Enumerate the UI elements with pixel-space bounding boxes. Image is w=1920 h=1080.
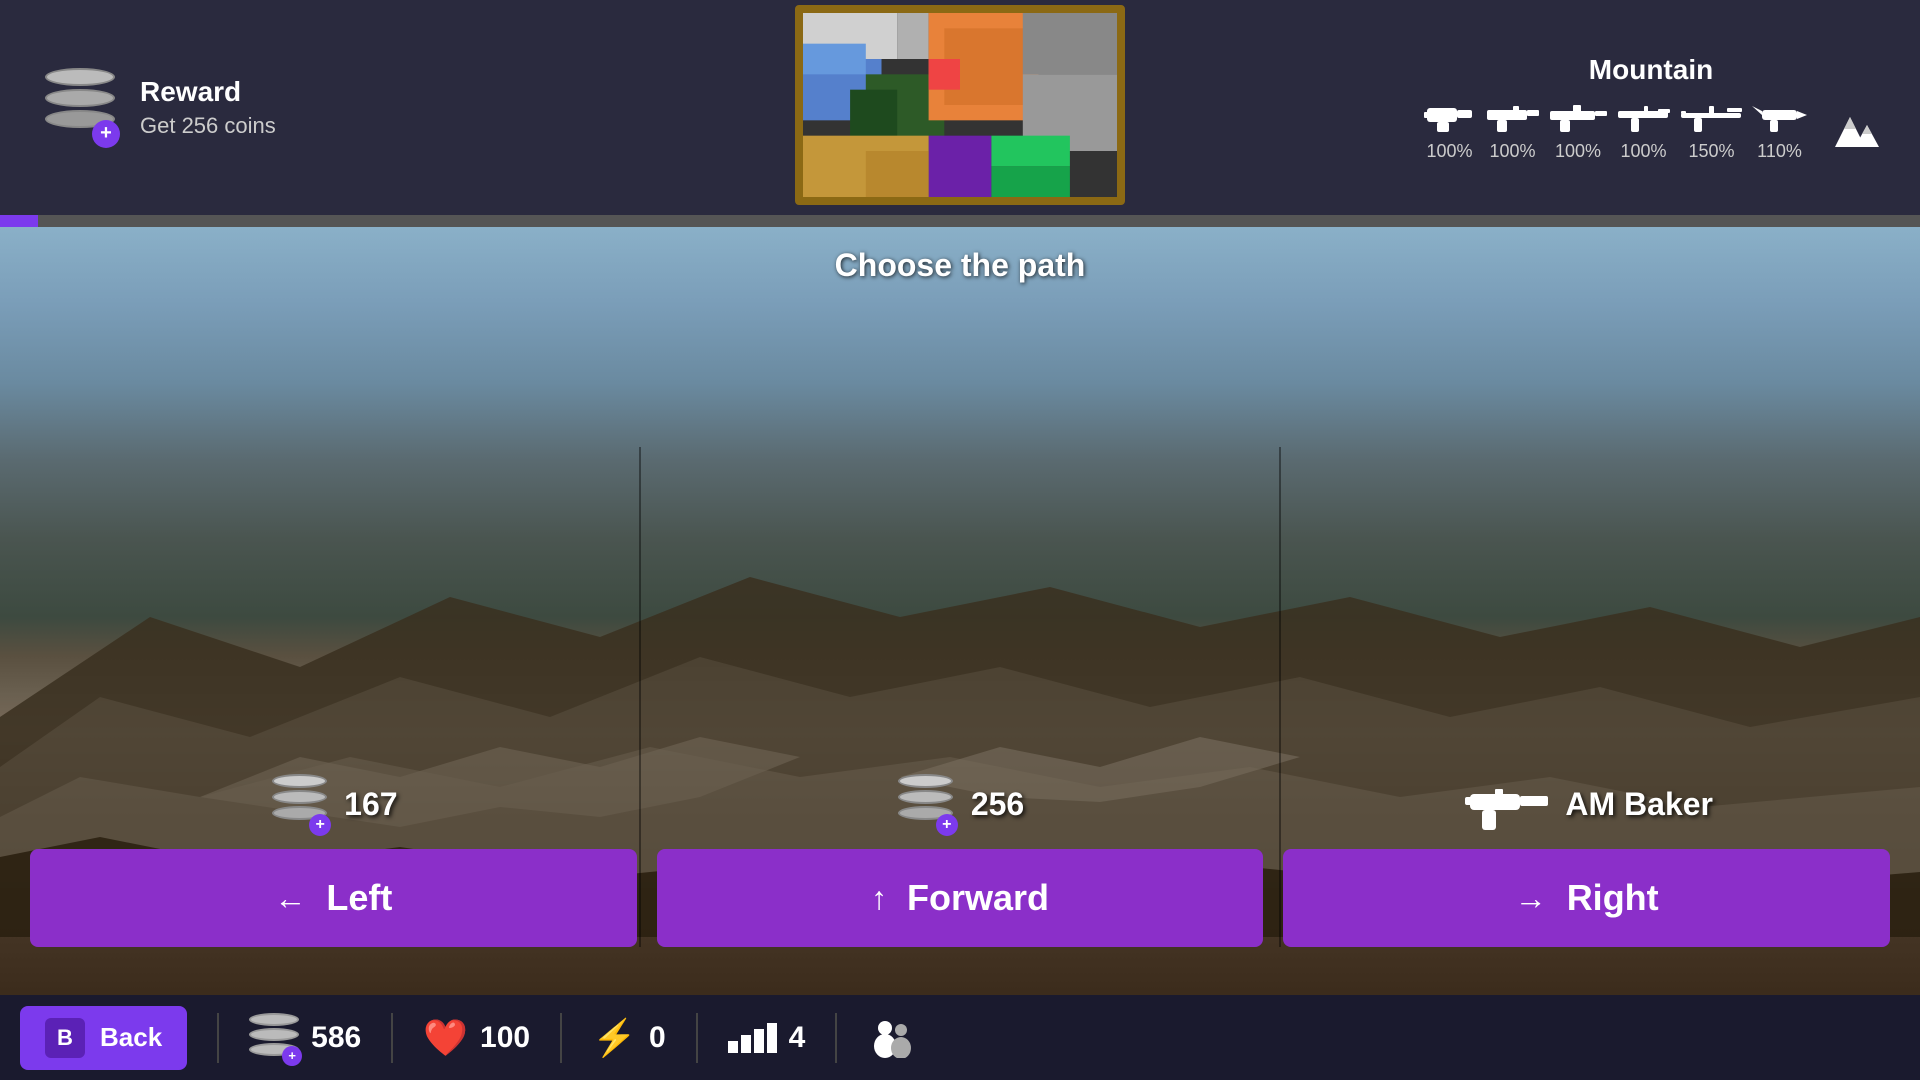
path-option-left: + 167 ← Left: [30, 774, 637, 947]
weapon-sniper-pistol: 100%: [1616, 96, 1671, 162]
team-stat: [867, 1018, 917, 1058]
back-button[interactable]: B Back: [20, 1006, 187, 1070]
signal-icon: [728, 1023, 777, 1053]
reward-description: Get 256 coins: [140, 113, 276, 139]
path-forward-button[interactable]: ↑ Forward: [657, 849, 1264, 947]
weapon-pistol: 100%: [1422, 96, 1477, 162]
weapon-rocket-pct: 110%: [1757, 141, 1802, 162]
path-left-reward-value: 167: [344, 786, 397, 823]
back-key-label: B: [57, 1025, 73, 1051]
bottom-bar: B Back + 586 ❤️ 100 ⚡ 0 4: [0, 995, 1920, 1080]
weapon-pistol-pct: 100%: [1426, 141, 1472, 162]
path-option-right: AM Baker → Right: [1283, 774, 1890, 947]
coins-stat: + 586: [249, 1013, 361, 1063]
path-forward-label: Forward: [907, 877, 1049, 919]
divider-4: [696, 1013, 698, 1063]
mountain-title: Mountain: [1589, 54, 1713, 86]
team-icon: [867, 1018, 917, 1058]
path-left-button[interactable]: ← Left: [30, 849, 637, 947]
health-value: 100: [480, 1021, 530, 1055]
back-key-badge: B: [45, 1018, 85, 1058]
health-stat: ❤️ 100: [423, 1017, 530, 1059]
map-container: [795, 5, 1125, 205]
path-right-reward-value: AM Baker: [1565, 786, 1713, 823]
divider-3: [560, 1013, 562, 1063]
weapon-assault: 100%: [1548, 96, 1608, 162]
choose-path-label: Choose the path: [835, 247, 1086, 284]
divider-5: [835, 1013, 837, 1063]
coin-plus-icon: +: [92, 120, 120, 148]
divider-2: [391, 1013, 393, 1063]
weapon-sniper-rifle-pct: 150%: [1688, 141, 1734, 162]
weapon-mountain: [1815, 107, 1880, 162]
path-forward-coin-icon: +: [896, 774, 956, 834]
progress-bar-fill: [0, 215, 38, 227]
reward-text: Reward Get 256 coins: [140, 76, 276, 139]
path-left-label: Left: [326, 877, 392, 919]
signal-value: 4: [789, 1021, 806, 1055]
reward-title: Reward: [140, 76, 276, 108]
path-forward-reward-value: 256: [971, 786, 1024, 823]
reward-coin-icon: +: [40, 68, 120, 148]
bottom-coin-plus: +: [282, 1046, 302, 1066]
path-option-forward: + 256 ↑ Forward: [657, 774, 1264, 947]
weapon-icons-row: 100% 100%: [1422, 96, 1880, 162]
path-right-button[interactable]: → Right: [1283, 849, 1890, 947]
weapon-smg: 100%: [1485, 96, 1540, 162]
energy-value: 0: [649, 1021, 666, 1055]
path-forward-reward: + 256: [896, 774, 1024, 834]
weapon-smg-pct: 100%: [1489, 141, 1535, 162]
bottom-coin-icon: +: [249, 1013, 299, 1063]
path-left-coin-icon: +: [269, 774, 329, 834]
path-choices: + 167 ← Left + 256: [0, 774, 1920, 947]
energy-stat: ⚡ 0: [592, 1017, 666, 1059]
arrow-up-icon: ↑: [871, 880, 887, 917]
heart-icon: ❤️: [423, 1017, 468, 1059]
weapon-assault-pct: 100%: [1555, 141, 1601, 162]
mountain-section: Mountain 100% 100%: [1422, 54, 1880, 162]
game-area: Choose the path + 167 ← Left: [0, 227, 1920, 1007]
path-forward-coin-plus: +: [936, 814, 958, 836]
path-right-label: Right: [1567, 877, 1659, 919]
weapon-rocket: 110%: [1752, 96, 1807, 162]
weapon-sniper-rifle: 150%: [1679, 96, 1744, 162]
top-header: + Reward Get 256 coins: [0, 0, 1920, 215]
signal-stat: 4: [728, 1021, 806, 1055]
progress-bar: [0, 215, 1920, 227]
coins-value: 586: [311, 1021, 361, 1055]
arrow-right-icon: →: [1515, 880, 1547, 917]
path-right-reward: AM Baker: [1460, 774, 1713, 834]
map-svg: [803, 13, 1117, 197]
divider-1: [217, 1013, 219, 1063]
path-left-coin-plus: +: [309, 814, 331, 836]
reward-section: + Reward Get 256 coins: [40, 68, 276, 148]
arrow-left-icon: ←: [274, 880, 306, 917]
weapon-sniper-pistol-pct: 100%: [1620, 141, 1666, 162]
gun-reward-icon: [1460, 774, 1550, 834]
back-button-label: Back: [100, 1022, 162, 1053]
lightning-icon: ⚡: [592, 1017, 637, 1059]
path-left-reward: + 167: [269, 774, 397, 834]
